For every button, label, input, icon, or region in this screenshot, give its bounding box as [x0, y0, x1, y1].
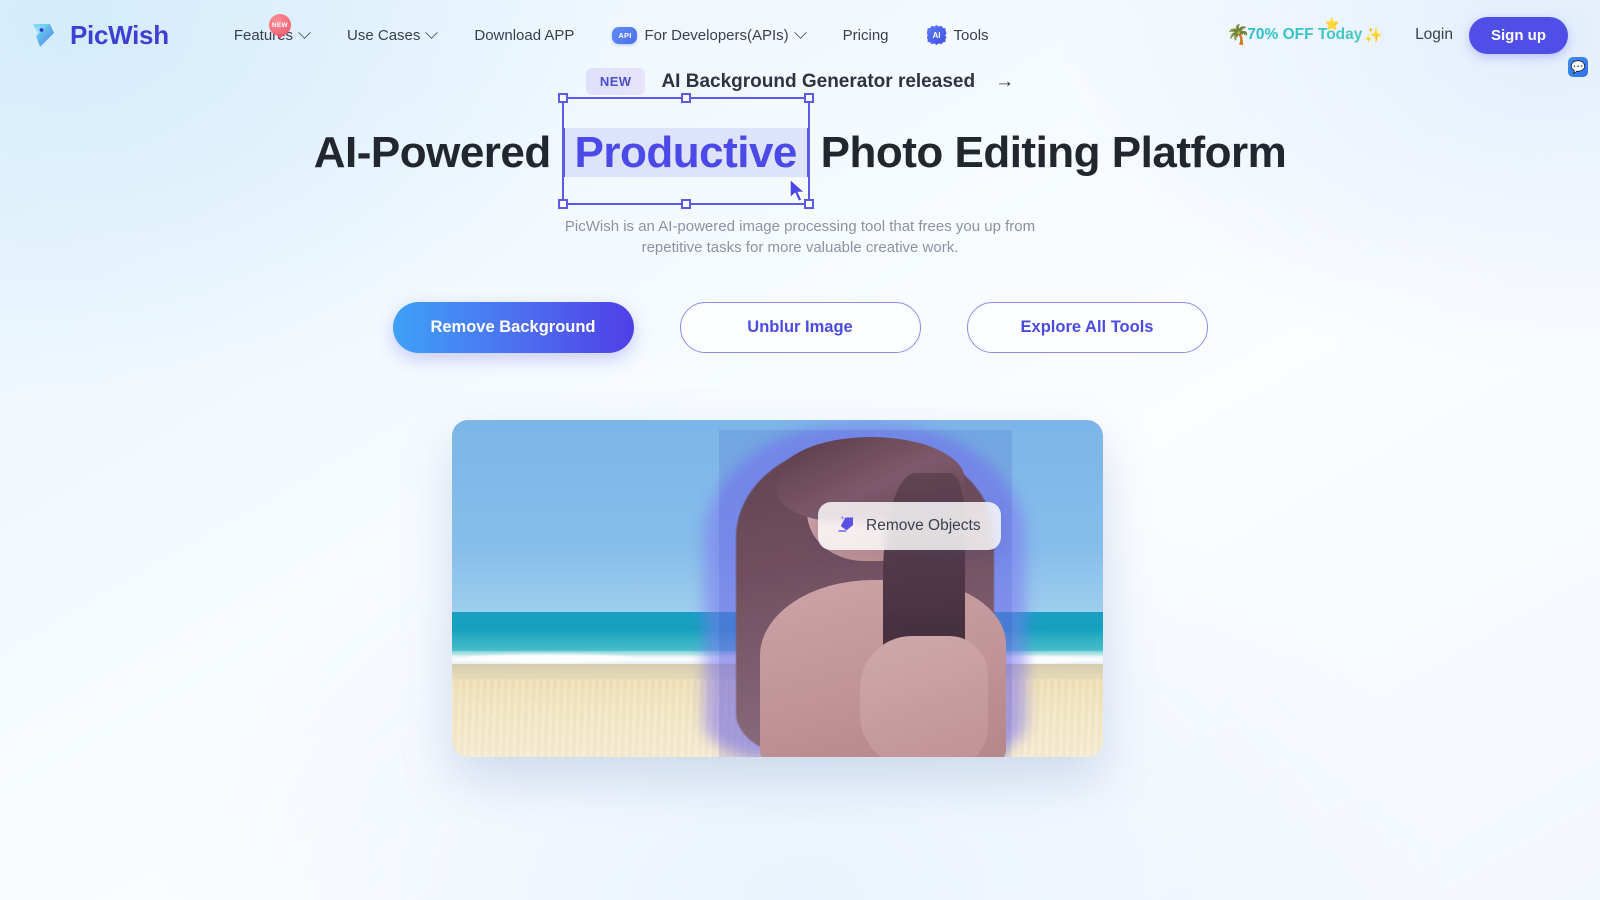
announcement-new-badge: NEW	[585, 68, 646, 95]
nav-item-download-app[interactable]: Download APP	[455, 12, 593, 58]
ai-badge-icon: AI	[926, 25, 947, 45]
selection-handle-bottom-left[interactable]	[557, 199, 568, 209]
logo[interactable]: PicWish	[28, 19, 169, 52]
nav-item-pricing[interactable]: Pricing	[824, 12, 908, 58]
headline-selected-word: Productive	[562, 128, 809, 177]
eraser-icon	[838, 514, 857, 538]
headline-selected-wrapper[interactable]: Productive	[557, 93, 814, 209]
main-navigation: Features NEW Use Cases Download APP API …	[215, 12, 1008, 58]
nav-item-use-cases[interactable]: Use Cases	[328, 12, 455, 58]
explore-all-tools-button[interactable]: Explore All Tools	[966, 302, 1208, 353]
header-actions: 🌴 70% OFF Today ⭐ ✨ Login Sign up	[1227, 16, 1576, 54]
nav-item-features[interactable]: Features NEW	[215, 12, 328, 58]
chevron-down-icon	[425, 25, 439, 39]
remove-objects-label: Remove Objects	[866, 517, 981, 534]
signup-button[interactable]: Sign up	[1469, 16, 1568, 54]
hero-subtitle: PicWish is an AI-powered image processin…	[0, 216, 1600, 258]
surf-foam-left	[465, 654, 635, 663]
arrow-right-icon: →	[995, 70, 1015, 92]
api-badge-icon: API	[612, 26, 638, 44]
sparkle-icon: ✨	[1364, 27, 1384, 44]
headline-part-after: Photo Editing Platform	[820, 128, 1287, 177]
nav-label: Pricing	[842, 26, 889, 44]
subject-purple-tint	[718, 430, 1012, 757]
nav-label: Download APP	[474, 26, 575, 44]
cta-button-group: Remove Background Unblur Image Explore A…	[0, 302, 1600, 353]
chevron-down-icon	[793, 25, 807, 39]
logo-text: PicWish	[70, 19, 169, 50]
subtitle-line-1: PicWish is an AI-powered image processin…	[564, 218, 1036, 235]
promo-offer[interactable]: 🌴 70% OFF Today ⭐ ✨	[1227, 17, 1384, 47]
nav-label: Tools	[953, 26, 989, 44]
mouse-cursor-icon	[788, 177, 810, 204]
chevron-down-icon	[298, 25, 311, 39]
remove-background-button[interactable]: Remove Background	[392, 302, 634, 353]
nav-label: Use Cases	[347, 26, 421, 44]
headline-part-before: AI-Powered	[313, 128, 552, 177]
features-new-badge: NEW	[268, 14, 291, 39]
selection-handle-bottom-center[interactable]	[680, 199, 691, 209]
subtitle-line-2: repetitive tasks for more valuable creat…	[641, 239, 959, 256]
promo-label: 70% OFF Today	[1247, 26, 1363, 43]
nav-item-tools[interactable]: AI Tools	[908, 12, 1008, 58]
unblur-image-button[interactable]: Unblur Image	[679, 302, 921, 353]
picwish-bird-logo-icon	[28, 19, 61, 52]
login-button[interactable]: Login	[1399, 26, 1469, 44]
page-title: AI-Powered Productive Photo Editing Plat…	[0, 93, 1600, 209]
nav-label: For Developers(APIs)	[644, 26, 789, 44]
hero-preview-image[interactable]: Remove Objects	[452, 420, 1103, 757]
announcement-text: AI Background Generator released	[661, 70, 976, 92]
nav-item-for-developers[interactable]: API For Developers(APIs)	[593, 12, 823, 58]
photo-subject-woman	[704, 423, 1027, 757]
announcement-banner[interactable]: NEW AI Background Generator released →	[0, 68, 1600, 95]
sparkle-icon: ⭐	[1324, 17, 1340, 31]
remove-objects-chip[interactable]: Remove Objects	[818, 502, 1001, 550]
site-header: PicWish Features NEW Use Cases Download …	[0, 0, 1600, 70]
